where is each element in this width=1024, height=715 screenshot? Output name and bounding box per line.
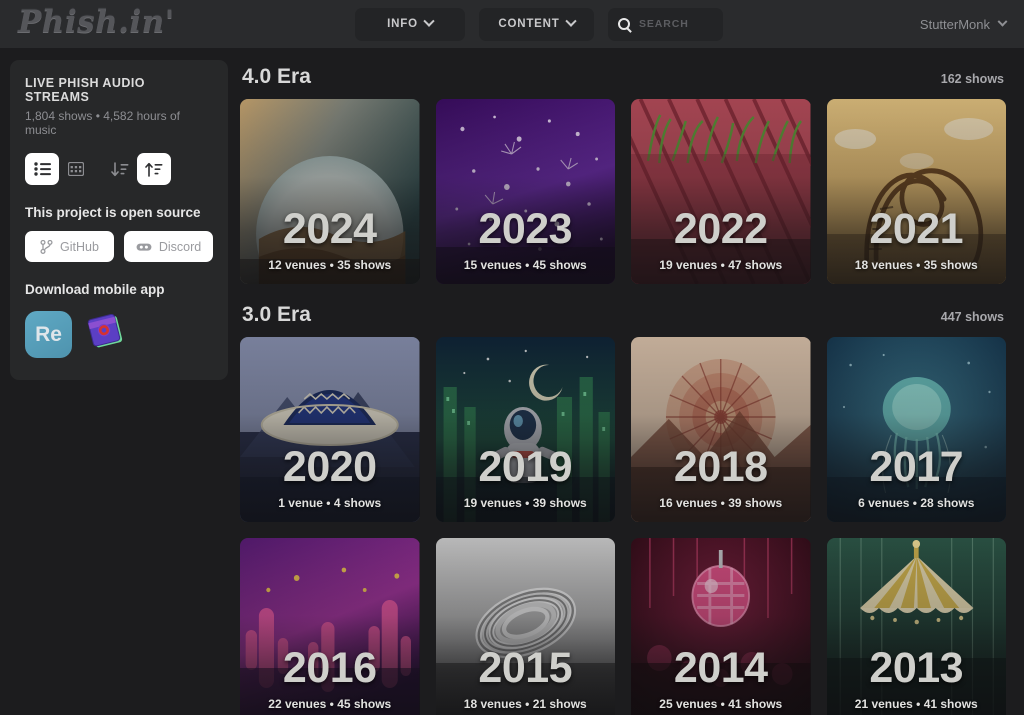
card-year: 2017 — [869, 443, 964, 491]
era-grid-4: 2024 12 venues • 35 shows 2023 15 venues… — [240, 99, 1006, 284]
card-meta: 12 venues • 35 shows — [268, 258, 392, 272]
year-card-2016[interactable]: 2016 22 venues • 45 shows — [240, 538, 420, 715]
card-year: 2018 — [673, 443, 768, 491]
era-title: 4.0 Era — [242, 65, 311, 88]
sort-ascending-button[interactable] — [137, 153, 171, 185]
year-card-2015[interactable]: 2015 18 venues • 21 shows — [435, 538, 616, 715]
view-sort-toolbar — [25, 153, 213, 185]
card-year: 2023 — [478, 205, 573, 253]
card-meta: 18 venues • 35 shows — [854, 258, 978, 272]
top-header: Phish.in' INFO CONTENT SEARCH StutterMon… — [0, 0, 1024, 48]
sidebar-title: LIVE PHISH AUDIO STREAMS — [25, 76, 145, 104]
year-card-2020[interactable]: 2020 1 venue • 4 shows — [240, 337, 420, 522]
card-year: 2015 — [478, 644, 573, 692]
card-caption: 2013 21 venues • 41 shows — [827, 644, 1007, 712]
card-year: 2021 — [869, 205, 964, 253]
discord-icon — [136, 243, 152, 251]
sidebar-column: LIVE PHISH AUDIO STREAMS 1,804 shows • 4… — [0, 48, 240, 715]
card-meta: 25 venues • 41 shows — [659, 697, 783, 711]
era-grid-3: 2020 1 venue • 4 shows 2019 19 venues • … — [240, 337, 1006, 715]
year-card-2021[interactable]: 2021 18 venues • 35 shows — [826, 99, 1007, 284]
card-year: 2013 — [869, 644, 964, 692]
year-card-2014[interactable]: 2014 25 venues • 41 shows — [631, 538, 811, 715]
search-placeholder: SEARCH — [639, 18, 689, 30]
card-caption: 2022 19 venues • 47 shows — [631, 205, 811, 273]
card-meta: 6 venues • 28 shows — [858, 496, 975, 510]
download-app-heading: Download mobile app — [25, 282, 165, 297]
github-label: GitHub — [60, 239, 99, 254]
chevron-down-icon — [423, 15, 435, 27]
card-meta: 15 venues • 45 shows — [463, 258, 587, 272]
card-caption: 2023 15 venues • 45 shows — [436, 205, 616, 273]
search-input[interactable]: SEARCH — [608, 7, 723, 41]
site-logo[interactable]: Phish.in' — [18, 6, 175, 42]
card-year: 2020 — [282, 443, 377, 491]
main-content: 4.0 Era 162 shows 2024 12 venues • 35 sh… — [240, 48, 1024, 715]
list-icon — [33, 162, 51, 176]
card-caption: 2016 22 venues • 45 shows — [240, 644, 420, 712]
card-caption: 2020 1 venue • 4 shows — [240, 443, 420, 511]
year-card-2017[interactable]: 2017 6 venues • 28 shows — [826, 337, 1007, 522]
nav-content-menu[interactable]: CONTENT — [479, 7, 594, 41]
card-caption: 2017 6 venues • 28 shows — [827, 443, 1007, 511]
card-caption: 2014 25 venues • 41 shows — [631, 644, 811, 712]
year-card-2022[interactable]: 2022 19 venues • 47 shows — [631, 99, 811, 284]
open-source-heading: This project is open source — [25, 205, 201, 220]
era-header-3: 3.0 Era 447 shows — [240, 298, 1006, 337]
card-caption: 2019 19 venues • 39 shows — [436, 443, 616, 511]
user-name-label: StutterMonk — [919, 16, 990, 32]
card-meta: 1 venue • 4 shows — [278, 496, 382, 510]
card-year: 2024 — [282, 205, 377, 253]
discord-link[interactable]: Discord — [124, 231, 213, 262]
phishod-app-icon[interactable] — [84, 309, 130, 360]
search-icon — [618, 18, 630, 30]
card-caption: 2015 18 venues • 21 shows — [436, 644, 616, 712]
era-title: 3.0 Era — [242, 303, 311, 326]
card-year: 2019 — [478, 443, 573, 491]
sidebar-panel: LIVE PHISH AUDIO STREAMS 1,804 shows • 4… — [10, 60, 228, 380]
list-view-button[interactable] — [25, 153, 59, 185]
mobile-app-links: Re — [25, 309, 213, 360]
discord-label: Discord — [158, 239, 202, 254]
git-branch-icon — [40, 239, 53, 254]
user-menu[interactable]: StutterMonk — [919, 16, 1008, 32]
card-year: 2014 — [673, 644, 768, 692]
relisten-app-icon[interactable]: Re — [25, 311, 72, 358]
github-link[interactable]: GitHub — [25, 231, 114, 262]
card-caption: 2018 16 venues • 39 shows — [631, 443, 811, 511]
card-meta: 19 venues • 39 shows — [463, 496, 587, 510]
chevron-down-icon — [997, 16, 1008, 27]
grid-icon — [68, 162, 84, 176]
sort-asc-icon — [145, 162, 163, 177]
card-meta: 18 venues • 21 shows — [463, 697, 587, 711]
era-show-count: 162 shows — [940, 72, 1004, 86]
primary-nav: INFO CONTENT SEARCH — [355, 7, 723, 41]
card-caption: 2021 18 venues • 35 shows — [827, 205, 1007, 273]
year-card-2024[interactable]: 2024 12 venues • 35 shows — [240, 99, 420, 284]
nav-info-menu[interactable]: INFO — [355, 7, 465, 41]
card-caption: 2024 12 venues • 35 shows — [240, 205, 420, 273]
card-year: 2022 — [673, 205, 768, 253]
card-meta: 19 venues • 47 shows — [659, 258, 783, 272]
sort-desc-icon — [111, 161, 129, 176]
sidebar-subtitle: 1,804 shows • 4,582 hours of music — [25, 109, 180, 137]
grid-view-button[interactable] — [59, 153, 93, 185]
nav-info-label: INFO — [387, 18, 418, 30]
year-card-2023[interactable]: 2023 15 venues • 45 shows — [435, 99, 616, 284]
nav-content-label: CONTENT — [498, 18, 560, 30]
year-card-2019[interactable]: 2019 19 venues • 39 shows — [435, 337, 616, 522]
year-card-2018[interactable]: 2018 16 venues • 39 shows — [631, 337, 811, 522]
card-meta: 22 venues • 45 shows — [268, 697, 392, 711]
card-meta: 21 venues • 41 shows — [854, 697, 978, 711]
year-card-2013[interactable]: 2013 21 venues • 41 shows — [826, 538, 1007, 715]
chevron-down-icon — [564, 15, 577, 27]
era-show-count: 447 shows — [940, 310, 1004, 324]
open-source-links: GitHub Discord — [25, 231, 213, 262]
sort-descending-button[interactable] — [103, 153, 137, 185]
era-header-4: 4.0 Era 162 shows — [240, 60, 1006, 99]
card-meta: 16 venues • 39 shows — [659, 496, 783, 510]
card-year: 2016 — [282, 644, 377, 692]
